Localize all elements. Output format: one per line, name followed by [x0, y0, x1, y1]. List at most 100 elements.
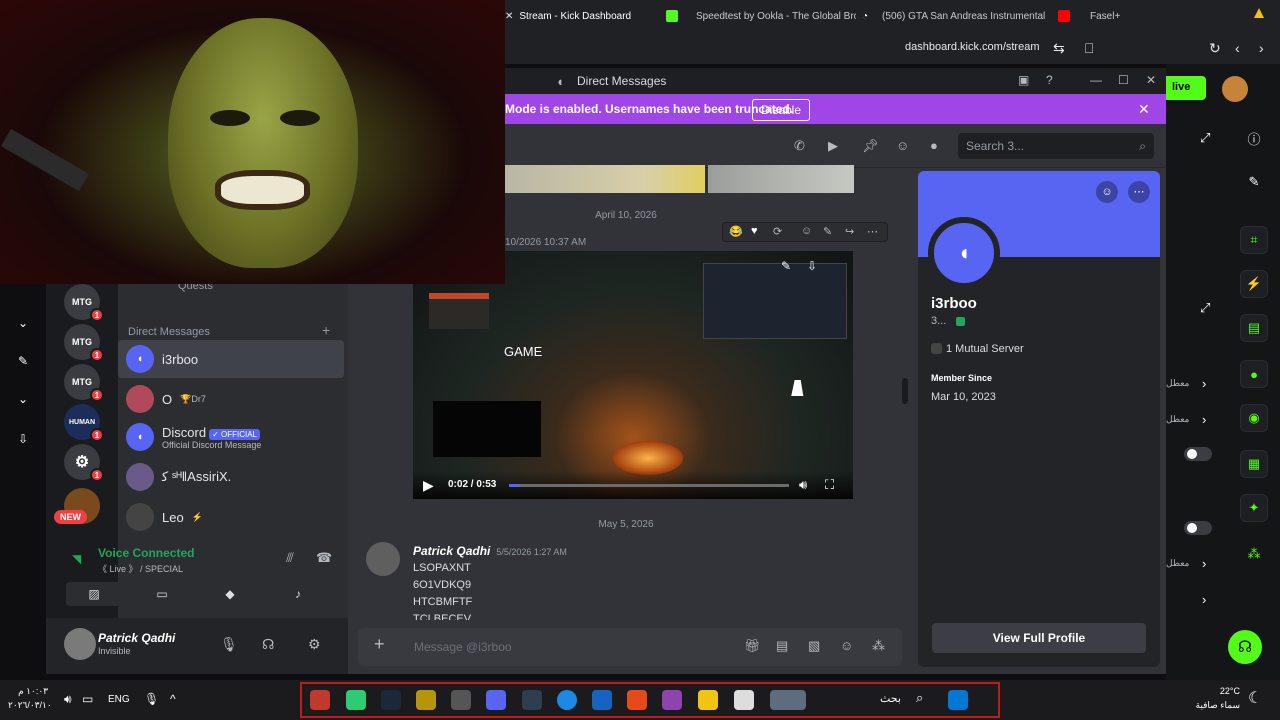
camera-off-button[interactable]: ▨ — [66, 582, 122, 606]
forward-icon[interactable]: › — [1259, 40, 1264, 56]
noise-suppression-icon[interactable]: ⫻ — [286, 550, 294, 566]
tab-gta-instrumental[interactable]: ◔ (506) GTA San Andreas Instrumental — [862, 4, 1056, 28]
mutual-servers[interactable]: 1 Mutual Server — [946, 343, 1024, 355]
add-attachment-icon[interactable]: + — [374, 634, 385, 655]
more-options-icon[interactable]: ⋯ — [1128, 181, 1150, 203]
add-friend-icon[interactable]: ☺ — [1096, 181, 1118, 203]
address-bar[interactable]: dashboard.kick.com/stream ⇆ ⎕ ↻ ‹ › — [505, 34, 1280, 62]
gif-icon[interactable]: ▤ — [776, 638, 788, 654]
toggle-switch[interactable] — [1184, 521, 1212, 535]
disconnect-icon[interactable]: ☎ — [316, 550, 332, 566]
super-reaction-icon[interactable]: ⟳ — [773, 225, 782, 238]
screen-share-button[interactable]: ▭ — [134, 582, 190, 606]
scan-icon[interactable]: ⌗ — [1240, 226, 1268, 254]
server-icon-mtg-2[interactable]: MTG 1 — [64, 324, 104, 362]
fullscreen-icon[interactable]: ⛶ — [825, 477, 834, 493]
chevron-right-icon[interactable]: › — [1202, 412, 1206, 427]
expand-icon[interactable]: ⤢ — [1200, 130, 1210, 146]
maximize-icon[interactable]: ☐ — [1118, 73, 1129, 87]
document-icon[interactable]: ▤ — [1240, 314, 1268, 342]
reaction-heart-icon[interactable]: ♥ — [751, 225, 758, 237]
edit-icon[interactable]: ✎ — [781, 259, 791, 273]
kick-avatar[interactable] — [1222, 76, 1248, 102]
voice-channel[interactable]: 《 Live 》 / SPECIAL — [98, 562, 183, 575]
more-options-icon[interactable]: ⋯ — [867, 225, 878, 238]
server-icon-mtg-1[interactable]: MTG 1 — [64, 284, 104, 322]
bolt-icon[interactable]: ⚡ — [1240, 270, 1268, 298]
video-progress-bar[interactable] — [509, 484, 789, 487]
mic-tray-icon[interactable]: 🎙︎ — [144, 692, 159, 706]
dm-item-discord[interactable]: ◖ Discord ✓ OFFICIAL Official Discord Mes… — [118, 418, 344, 456]
search-input[interactable]: Search 3... ⌕ — [958, 133, 1154, 159]
dm-item-assirix[interactable]: ﮐ ˢᴴ‖AssiriX. — [118, 458, 344, 496]
create-dm-icon[interactable]: + — [322, 322, 330, 338]
reload-icon[interactable]: ↻ — [1209, 40, 1221, 57]
language-indicator[interactable]: ENG — [108, 694, 130, 705]
reaction-laugh-icon[interactable]: 😂 — [729, 225, 743, 238]
volume-icon[interactable]: 🔊︎ — [64, 692, 72, 707]
gift-icon[interactable]: 🎁︎ — [744, 638, 761, 654]
chevron-right-icon[interactable]: › — [1202, 376, 1206, 391]
back-icon[interactable]: ‹ — [1235, 40, 1240, 56]
avatar[interactable] — [64, 628, 96, 660]
server-icon-mtg-3[interactable]: MTG 1 — [64, 364, 104, 402]
forward-icon[interactable]: ↪ — [845, 225, 854, 238]
add-friend-icon[interactable]: ☺ — [896, 138, 909, 153]
settings-gear-icon[interactable]: ⚙ — [308, 636, 321, 653]
url-text[interactable]: dashboard.kick.com/stream — [905, 41, 1040, 53]
image-attachment[interactable] — [505, 165, 705, 193]
edit-message-icon[interactable]: ✎ — [823, 225, 832, 238]
dm-item-leo[interactable]: Leo ⚡ — [118, 498, 344, 536]
video-attachment[interactable]: ⇩ ✎ ▶ 0:02 / 0:53 🔊︎ ⛶ — [413, 251, 853, 499]
chevron-down-icon[interactable]: ⌄ — [18, 392, 28, 406]
soundboard-button[interactable]: ♪ — [270, 582, 326, 606]
chevron-up-icon[interactable]: ^ — [170, 692, 176, 706]
chat-icon[interactable]: ● — [1240, 360, 1268, 388]
user-profile-icon[interactable]: ● — [930, 138, 938, 153]
layout-icon[interactable]: ▦ — [1240, 450, 1268, 478]
tab-speedtest[interactable]: Speedtest by Ookla - The Global Broa — [666, 4, 856, 28]
voice-call-icon[interactable]: ✆ — [794, 138, 805, 154]
server-icon-gear[interactable]: ⚙ 1 — [64, 444, 104, 482]
message-composer[interactable]: + Message @i3rboo 🎁︎ ▤ ▧ ☺ ⁂ — [358, 628, 902, 666]
help-icon[interactable]: ? — [1046, 73, 1053, 87]
close-banner-icon[interactable]: ✕ — [1138, 101, 1150, 118]
volume-icon[interactable]: 🔊︎ — [799, 477, 807, 493]
add-reaction-icon[interactable]: ☺ — [801, 225, 812, 237]
disable-streamer-mode-button[interactable]: Disable — [752, 99, 811, 121]
chevron-right-icon[interactable]: › — [1202, 592, 1206, 607]
tab-fasel[interactable]: Fasel+ — [1058, 4, 1258, 28]
message-input[interactable]: Message @i3rboo — [414, 640, 512, 654]
video-call-icon[interactable]: ▶ — [828, 138, 838, 154]
toggle-switch[interactable] — [1184, 447, 1212, 461]
info-icon[interactable]: ⓘ — [1240, 124, 1268, 152]
bookmark-icon[interactable]: ⎕ — [1085, 40, 1093, 57]
edit-icon[interactable]: ✎ — [1240, 168, 1268, 196]
dm-item-i3rboo[interactable]: ◖ i3rboo — [118, 340, 344, 378]
inbox-icon[interactable]: ▣ — [1018, 73, 1029, 87]
chevron-down-icon[interactable]: ⌄ — [18, 316, 28, 330]
tab-kick-dashboard[interactable]: ✕ Stream - Kick Dashboard — [505, 4, 665, 28]
network-icon[interactable]: ▭ — [82, 692, 93, 706]
close-tab-icon[interactable]: ✕ — [505, 11, 513, 22]
view-full-profile-button[interactable]: View Full Profile — [932, 623, 1146, 653]
download-icon[interactable]: ⇩ — [807, 259, 817, 273]
message-author[interactable]: Patrick Qadhi — [413, 544, 490, 558]
mic-icon[interactable]: 🎙︎ — [220, 636, 238, 653]
nodes-icon[interactable]: ⁂ — [1240, 540, 1268, 568]
play-icon[interactable]: ▶ — [423, 477, 434, 494]
headset-icon[interactable]: ☊ — [262, 636, 274, 653]
wrench-icon[interactable]: ✎ — [18, 354, 28, 368]
apps-icon[interactable]: ⁂ — [872, 638, 885, 654]
support-headset-icon[interactable]: ☊ — [1228, 630, 1262, 664]
minimize-icon[interactable]: — — [1090, 73, 1102, 87]
image-attachment[interactable] — [708, 165, 854, 193]
expand-icon-2[interactable]: ⤢ — [1200, 300, 1210, 316]
emoji-icon[interactable]: ☺ — [840, 638, 853, 653]
dm-item-o[interactable]: O 🏆Dr7 — [118, 380, 344, 418]
wrench-icon[interactable]: ✦ — [1240, 494, 1268, 522]
broadcast-icon[interactable]: ◉ — [1240, 404, 1268, 432]
chat-scrollbar[interactable] — [902, 378, 908, 404]
activities-button[interactable]: ◆ — [202, 582, 258, 606]
chevron-right-icon[interactable]: › — [1202, 556, 1206, 571]
